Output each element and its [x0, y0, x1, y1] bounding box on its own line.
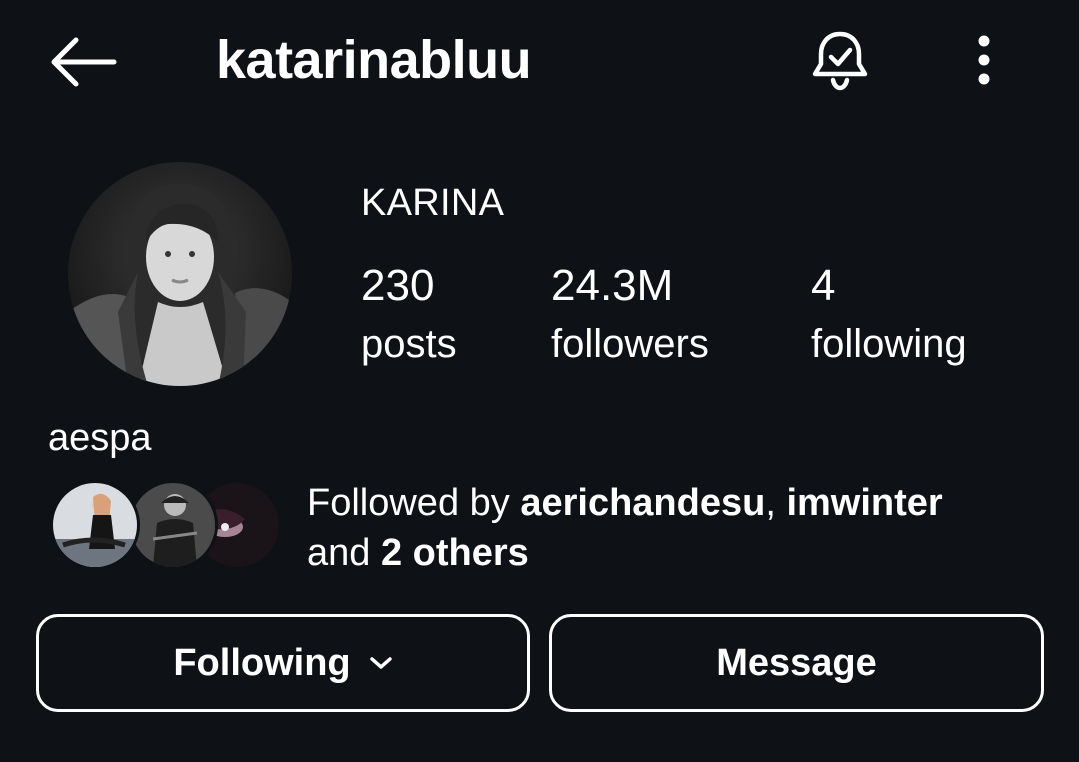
more-vertical-icon	[978, 35, 990, 85]
avatar-photo	[68, 162, 292, 386]
message-button[interactable]: Message	[549, 614, 1044, 712]
message-button-label: Message	[716, 641, 877, 684]
mutual-followers-avatars[interactable]	[50, 480, 282, 572]
chevron-down-icon	[369, 655, 393, 671]
followers-stat[interactable]: 24.3M followers	[551, 262, 709, 368]
following-count: 4	[811, 261, 836, 310]
followers-count: 24.3M	[551, 261, 674, 310]
posts-count: 230	[361, 261, 435, 310]
bell-check-icon	[812, 31, 868, 91]
followed-by-prefix: Followed by	[307, 482, 521, 524]
followed-by-and: and	[307, 532, 381, 574]
following-label: following	[811, 322, 967, 366]
mutual-avatar	[128, 480, 218, 570]
back-button[interactable]	[46, 32, 122, 92]
mutual-avatar	[50, 480, 140, 570]
more-options-button[interactable]	[964, 26, 1004, 94]
followers-label: followers	[551, 322, 709, 366]
following-stat[interactable]: 4 following	[811, 262, 967, 368]
posts-label: posts	[361, 322, 457, 366]
arrow-left-icon	[51, 37, 117, 87]
followed-by-text[interactable]: Followed by aerichandesu, imwinter and 2 …	[307, 478, 1047, 578]
profile-username: katarinabluu	[216, 30, 532, 90]
posts-stat[interactable]: 230 posts	[361, 262, 457, 368]
following-button[interactable]: Following	[36, 614, 530, 712]
mutual-user-link[interactable]: aerichandesu	[520, 482, 765, 524]
mutual-others-link[interactable]: 2 others	[381, 532, 529, 574]
following-button-label: Following	[173, 641, 351, 684]
profile-bio: aespa	[48, 417, 152, 459]
display-name: KARINA	[361, 182, 505, 224]
mutual-user-link[interactable]: imwinter	[786, 482, 942, 524]
notifications-button[interactable]	[806, 26, 874, 94]
followed-by-separator: ,	[765, 482, 787, 524]
profile-avatar[interactable]	[68, 162, 292, 386]
